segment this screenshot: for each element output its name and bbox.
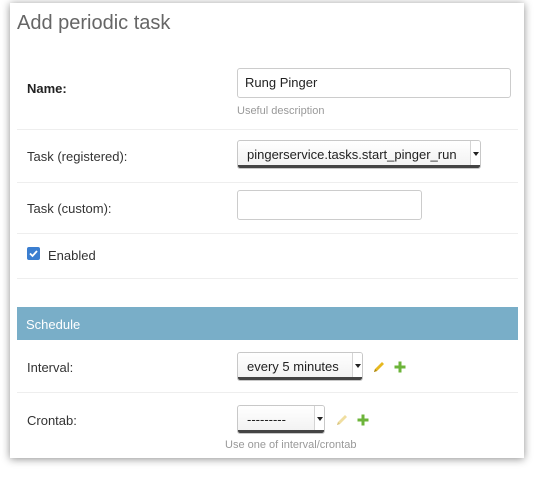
interval-row: Interval: every 5 minutes (17, 340, 518, 393)
plus-icon[interactable] (393, 360, 407, 374)
chevron-down-icon (314, 406, 324, 433)
task-custom-row: Task (custom): (17, 183, 518, 234)
interval-label: Interval: (27, 360, 74, 375)
pencil-icon (337, 415, 347, 425)
schedule-header-label: Schedule (26, 317, 81, 332)
enabled-row: Enabled (17, 234, 518, 279)
interval-selected: every 5 minutes (247, 359, 339, 374)
name-help-text: Useful description (237, 105, 325, 117)
enabled-checkbox[interactable] (27, 247, 40, 260)
chevron-down-icon (352, 353, 362, 380)
plus-icon[interactable] (356, 413, 370, 427)
crontab-help-text: Use one of interval/crontab (225, 439, 357, 451)
schedule-section-header: Schedule (17, 307, 518, 340)
crontab-row: Crontab: --------- Use one of interval/c… (17, 393, 518, 458)
task-registered-selected: pingerservice.tasks.start_pinger_run (247, 147, 457, 162)
name-row: Name: Rung Pinger Useful description (17, 63, 518, 130)
add-periodic-task-form: Add periodic task Name: Rung Pinger Usef… (10, 3, 524, 458)
pencil-icon[interactable] (372, 360, 386, 374)
task-registered-select[interactable]: pingerservice.tasks.start_pinger_run (237, 140, 481, 169)
name-label: Name: (27, 81, 67, 96)
page-title: Add periodic task (17, 12, 171, 34)
crontab-select[interactable]: --------- (237, 405, 325, 434)
checkmark-icon (29, 250, 38, 258)
name-input[interactable]: Rung Pinger (237, 68, 511, 98)
chevron-down-icon (470, 141, 480, 168)
crontab-label: Crontab: (27, 413, 77, 428)
crontab-selected: --------- (247, 412, 286, 427)
task-custom-label: Task (custom): (27, 201, 112, 216)
interval-select[interactable]: every 5 minutes (237, 352, 363, 381)
enabled-label: Enabled (48, 248, 96, 263)
task-custom-input[interactable] (237, 190, 422, 220)
task-registered-row: Task (registered): pingerservice.tasks.s… (17, 130, 518, 183)
task-registered-label: Task (registered): (27, 149, 128, 164)
